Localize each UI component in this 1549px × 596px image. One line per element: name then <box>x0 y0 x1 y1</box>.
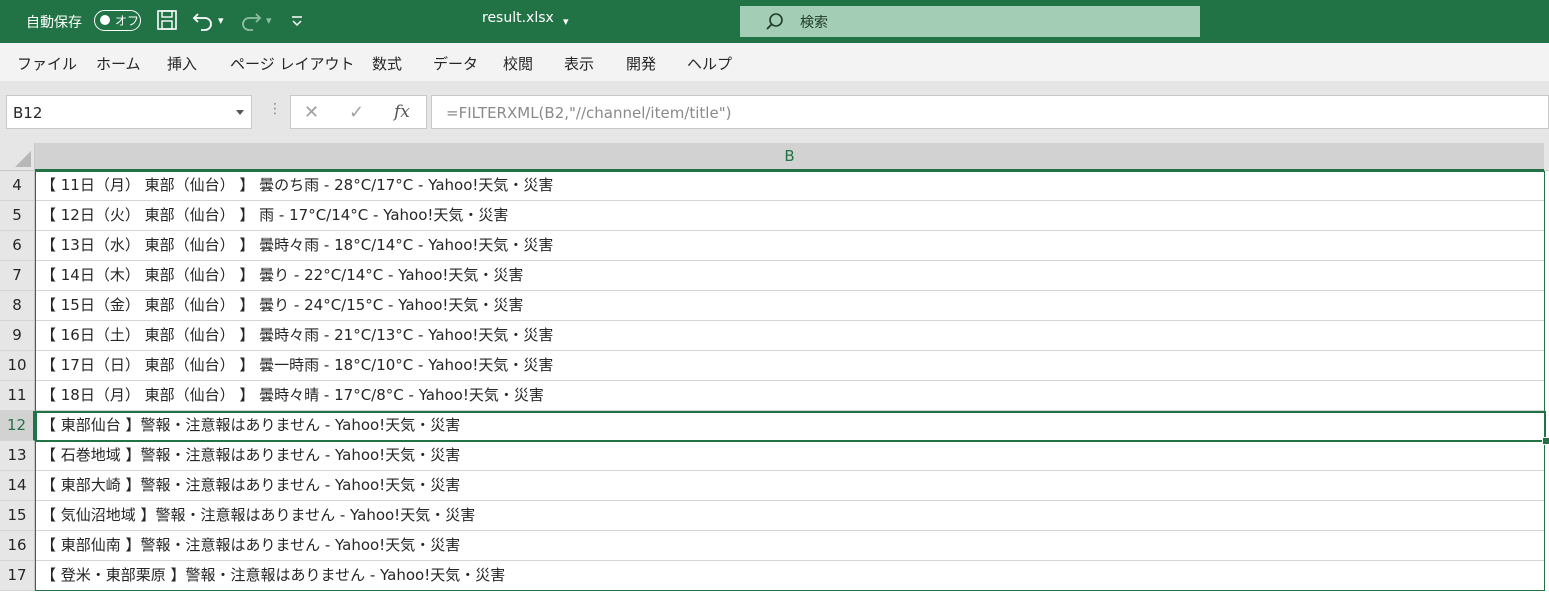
cell-b[interactable]: 【 14日（木） 東部（仙台） 】 曇り - 22°C/14°C - Yahoo… <box>35 261 1544 291</box>
fill-handle[interactable] <box>1542 437 1549 445</box>
tab-insert[interactable]: 挿入 <box>167 53 197 74</box>
search-icon <box>764 11 786 37</box>
formula-text: =FILTERXML(B2,"//channel/item/title") <box>446 104 732 122</box>
cancel-icon[interactable]: ✕ <box>304 102 319 123</box>
cell-b-selected[interactable]: 【 東部仙台 】警報・注意報はありません - Yahoo!天気・災害 <box>35 411 1544 441</box>
tab-formulas[interactable]: 数式 <box>372 53 402 74</box>
row-header[interactable]: 15 <box>0 501 35 531</box>
table-row: 6 【 13日（水） 東部（仙台） 】 曇時々雨 - 18°C/14°C - Y… <box>0 231 1549 261</box>
row-header[interactable]: 16 <box>0 531 35 561</box>
table-row: 16 【 東部仙南 】警報・注意報はありません - Yahoo!天気・災害 <box>0 531 1549 561</box>
tab-file[interactable]: ファイル <box>17 53 77 74</box>
chevron-down-icon[interactable] <box>236 110 244 115</box>
search-box[interactable]: 検索 <box>740 6 1200 37</box>
column-header-next[interactable] <box>1544 143 1549 171</box>
cell-b[interactable]: 【 16日（土） 東部（仙台） 】 曇時々雨 - 21°C/13°C - Yah… <box>35 321 1544 351</box>
table-row: 5 【 12日（火） 東部（仙台） 】 雨 - 17°C/14°C - Yaho… <box>0 201 1549 231</box>
row-header[interactable]: 14 <box>0 471 35 501</box>
table-row: 15 【 気仙沼地域 】警報・注意報はありません - Yahoo!天気・災害 <box>0 501 1549 531</box>
tab-review[interactable]: 校閲 <box>503 53 533 74</box>
cell-b[interactable]: 【 18日（月） 東部（仙台） 】 曇時々晴 - 17°C/8°C - Yaho… <box>35 381 1544 411</box>
redo-icon[interactable] <box>240 9 262 33</box>
row-header[interactable]: 17 <box>0 561 35 591</box>
cell-b[interactable]: 【 11日（月） 東部（仙台） 】 曇のち雨 - 28°C/17°C - Yah… <box>35 171 1544 201</box>
cell-b[interactable]: 【 東部仙南 】警報・注意報はありません - Yahoo!天気・災害 <box>35 531 1544 561</box>
insert-function-icon[interactable]: fx <box>394 102 410 122</box>
name-box-value: B12 <box>13 104 43 122</box>
autosave-label: 自動保存 <box>26 15 82 31</box>
tab-view[interactable]: 表示 <box>564 53 594 74</box>
filename-dropdown-icon[interactable]: ▾ <box>563 10 569 34</box>
row-header[interactable]: 6 <box>0 231 35 261</box>
search-label: 検索 <box>800 15 828 31</box>
row-header[interactable]: 8 <box>0 291 35 321</box>
tab-developer[interactable]: 開発 <box>626 53 656 74</box>
cell-b[interactable]: 【 東部大崎 】警報・注意報はありません - Yahoo!天気・災害 <box>35 471 1544 501</box>
table-row: 11 【 18日（月） 東部（仙台） 】 曇時々晴 - 17°C/8°C - Y… <box>0 381 1549 411</box>
formula-input[interactable]: =FILTERXML(B2,"//channel/item/title") <box>431 95 1549 129</box>
formula-buttons: ✕ ✓ fx <box>290 95 427 129</box>
row-header[interactable]: 4 <box>0 171 35 201</box>
table-row: 4 【 11日（月） 東部（仙台） 】 曇のち雨 - 28°C/17°C - Y… <box>0 171 1549 201</box>
row-header[interactable]: 7 <box>0 261 35 291</box>
row-header[interactable]: 11 <box>0 381 35 411</box>
cell-b[interactable]: 【 13日（水） 東部（仙台） 】 曇時々雨 - 18°C/14°C - Yah… <box>35 231 1544 261</box>
row-header[interactable]: 10 <box>0 351 35 381</box>
tab-page-layout[interactable]: ページ レイアウト <box>230 53 354 74</box>
undo-dropdown-icon[interactable]: ▾ <box>218 9 224 33</box>
name-box[interactable]: B12 <box>6 95 252 129</box>
customize-toolbar-icon[interactable] <box>290 9 304 33</box>
title-bar: 自動保存 オフ ▾ ▾ result.xlsx ▾ 検索 <box>0 0 1549 43</box>
cell-b[interactable]: 【 12日（火） 東部（仙台） 】 雨 - 17°C/14°C - Yahoo!… <box>35 201 1544 231</box>
redo-dropdown-icon[interactable]: ▾ <box>266 9 272 33</box>
table-row-selected: 12 【 東部仙台 】警報・注意報はありません - Yahoo!天気・災害 <box>0 411 1549 441</box>
row-header-active[interactable]: 12 <box>0 411 35 441</box>
undo-icon[interactable] <box>192 9 214 33</box>
select-all-button[interactable] <box>0 143 35 171</box>
more-options-icon[interactable]: ⋮ <box>268 101 282 117</box>
table-row: 10 【 17日（日） 東部（仙台） 】 曇一時雨 - 18°C/10°C - … <box>0 351 1549 381</box>
autosave-state: オフ <box>115 14 140 28</box>
table-row: 14 【 東部大崎 】警報・注意報はありません - Yahoo!天気・災害 <box>0 471 1549 501</box>
formula-bar: B12 ⋮ ✕ ✓ fx =FILTERXML(B2,"//channel/it… <box>0 91 1549 133</box>
save-icon[interactable] <box>156 9 178 33</box>
enter-icon[interactable]: ✓ <box>349 102 364 123</box>
column-header-b[interactable]: B <box>35 143 1544 171</box>
cell-b[interactable]: 【 15日（金） 東部（仙台） 】 曇り - 24°C/15°C - Yahoo… <box>35 291 1544 321</box>
table-row: 8 【 15日（金） 東部（仙台） 】 曇り - 24°C/15°C - Yah… <box>0 291 1549 321</box>
row-header[interactable]: 9 <box>0 321 35 351</box>
table-row: 9 【 16日（土） 東部（仙台） 】 曇時々雨 - 21°C/13°C - Y… <box>0 321 1549 351</box>
tab-data[interactable]: データ <box>433 53 478 74</box>
ribbon-separator <box>0 81 1549 91</box>
autosave-toggle[interactable]: オフ <box>94 10 141 31</box>
select-all-triangle-icon <box>15 151 31 167</box>
tab-help[interactable]: ヘルプ <box>687 53 732 74</box>
table-row: 13 【 石巻地域 】警報・注意報はありません - Yahoo!天気・災害 <box>0 441 1549 471</box>
table-row: 7 【 14日（木） 東部（仙台） 】 曇り - 22°C/14°C - Yah… <box>0 261 1549 291</box>
row-header[interactable]: 13 <box>0 441 35 471</box>
table-row: 17 【 登米・東部栗原 】警報・注意報はありません - Yahoo!天気・災害 <box>0 561 1549 591</box>
grid-top-band <box>0 133 1549 143</box>
cell-b[interactable]: 【 石巻地域 】警報・注意報はありません - Yahoo!天気・災害 <box>35 441 1544 471</box>
ribbon-tabs: ファイル ホーム 挿入 ページ レイアウト 数式 データ 校閲 表示 開発 ヘル… <box>0 43 1549 81</box>
cell-b[interactable]: 【 17日（日） 東部（仙台） 】 曇一時雨 - 18°C/10°C - Yah… <box>35 351 1544 381</box>
cell-b[interactable]: 【 気仙沼地域 】警報・注意報はありません - Yahoo!天気・災害 <box>35 501 1544 531</box>
row-header[interactable]: 5 <box>0 201 35 231</box>
toggle-knob <box>100 15 110 25</box>
tab-home[interactable]: ホーム <box>96 53 141 74</box>
cell-b[interactable]: 【 登米・東部栗原 】警報・注意報はありません - Yahoo!天気・災害 <box>35 561 1544 591</box>
file-name[interactable]: result.xlsx <box>482 10 554 26</box>
